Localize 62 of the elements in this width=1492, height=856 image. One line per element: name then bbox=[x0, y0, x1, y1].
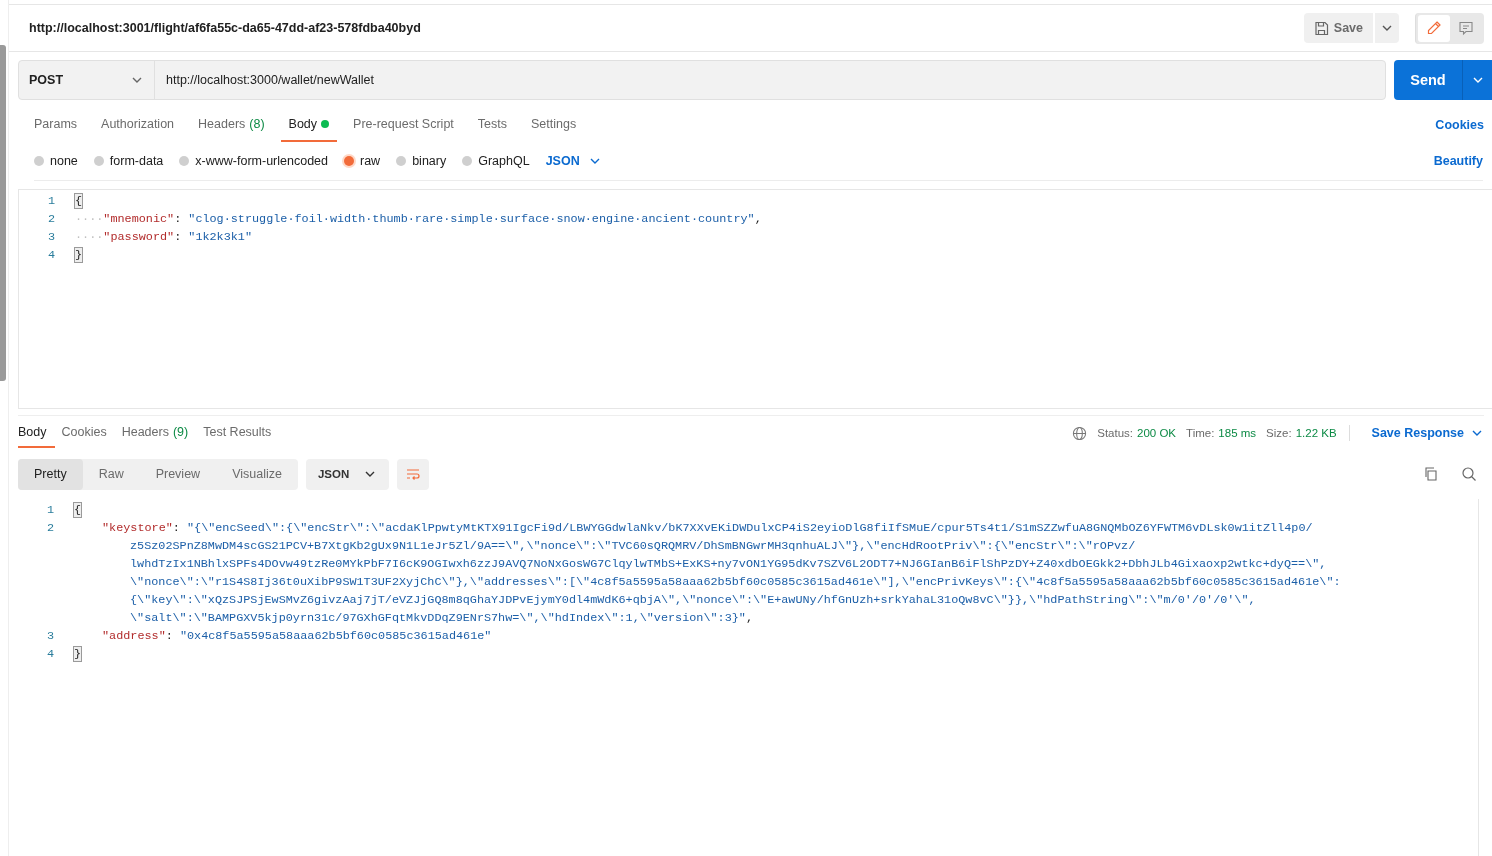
code-line: lwhdTzIx1NBhlxSPFs4DOvw49tzRe0MYkPbF7I6cK9OGIwxh6zzJ9AVQ7NoNxGosWG7ClqylwTMbS+ExKS+ny7vON1YG95dKv7SZV6L2ODT7+NJ6GIanB6iFlShPzDY+Z40xdbOEGkk2+DbhJLb4Gixaoxp2wtkc+dyQ==\", bbox=[129, 557, 1327, 571]
line-number: 1 bbox=[45, 503, 54, 517]
status-value: 1.22 KB bbox=[1295, 427, 1337, 439]
line-number: 2 bbox=[45, 521, 54, 535]
globe-icon bbox=[1072, 425, 1088, 441]
status-label: Status: bbox=[1097, 427, 1134, 439]
response-tab[interactable]: Body bbox=[18, 418, 55, 448]
code-line: ····"mnemonic": "clog·struggle·foil·width·thumb·rare·simple·surface·snow·engine·ancient·country", bbox=[75, 212, 762, 226]
copy-icon bbox=[1423, 466, 1439, 482]
line-number: 2 bbox=[46, 212, 55, 226]
floppy-icon bbox=[1313, 20, 1329, 36]
view-mode-tab[interactable]: Preview bbox=[139, 458, 217, 490]
request-tab[interactable]: Body bbox=[280, 108, 338, 142]
code-line: \"nonce\":\"r1S4S8Ij36t0uXibP9SW1T3UF2XyjChC\"},\"addresses\":[\"4c8f5a5595a58aaa62b5bf60c0585c3615ad461e\"],\"encPrivKeys\":{\"4c8f5a5595a58aaa62b5bf60c0585c3615ad461e\": bbox=[129, 575, 1341, 589]
status-value: 185 ms bbox=[1218, 427, 1257, 439]
view-mode-tab[interactable]: Pretty bbox=[18, 458, 83, 490]
format-dropdown[interactable]: JSON bbox=[305, 458, 390, 490]
body-type-radio[interactable]: binary bbox=[396, 154, 447, 168]
request-tab[interactable]: Settings bbox=[523, 108, 585, 142]
body-type-radio[interactable]: raw bbox=[344, 154, 381, 168]
response-tab[interactable]: Cookies bbox=[61, 418, 115, 448]
status-value: 200 OK bbox=[1137, 427, 1177, 439]
response-tab[interactable]: Test Results bbox=[203, 418, 280, 448]
line-number: 4 bbox=[46, 248, 55, 262]
status-label: Time: bbox=[1186, 427, 1215, 439]
request-tab[interactable]: Pre-request Script bbox=[345, 108, 462, 142]
edit-button[interactable] bbox=[1418, 14, 1450, 42]
code-line: {\"key\":\"xQzSJPSjEwSMvZ6givzAaj7jT/eVZJjGQ8m8qGhaYJDPvEjymY0dl4mWdK6+qbjA\",\"nonce\":\"E+awUNy/hfGnUzh+srkYahaL31oQw8vC\"}},\"hdPathString\":\"m/0'/0'/0'\", bbox=[129, 593, 1256, 607]
wrap-lines-button[interactable] bbox=[397, 458, 430, 490]
request-title: http://localhost:3001/flight/af6fa55c-da65-47dd-af23-578fdba40byd bbox=[29, 21, 422, 35]
view-mode-tab[interactable]: Raw bbox=[82, 458, 140, 490]
beautify-link[interactable]: Beautify bbox=[1433, 154, 1483, 168]
request-tab[interactable]: Authorization bbox=[93, 108, 183, 142]
comment-icon bbox=[1458, 20, 1474, 36]
search-icon bbox=[1461, 466, 1477, 482]
save-options-button[interactable] bbox=[1375, 13, 1399, 43]
wrap-lines-icon bbox=[405, 466, 422, 482]
pencil-icon bbox=[1426, 20, 1442, 36]
line-number: 3 bbox=[46, 230, 55, 244]
body-type-radio[interactable]: GraphQL bbox=[462, 154, 530, 168]
body-type-radio[interactable]: form-data bbox=[93, 154, 164, 168]
request-tab[interactable]: Params bbox=[26, 108, 86, 142]
line-number: 4 bbox=[45, 647, 54, 661]
save-button[interactable]: Save bbox=[1303, 13, 1373, 43]
request-tab[interactable]: Headers (8) bbox=[190, 108, 273, 142]
body-type-radio[interactable]: x-www-form-urlencoded bbox=[179, 154, 328, 168]
view-mode-tab[interactable]: Visualize bbox=[216, 458, 298, 490]
line-number: 1 bbox=[46, 194, 55, 208]
body-type-radio[interactable]: none bbox=[34, 154, 78, 168]
cookies-link[interactable]: Cookies bbox=[1435, 108, 1484, 142]
status-label: Size: bbox=[1266, 427, 1292, 439]
code-line: "keystore": "{\"encSeed\":{\"encStr\":\"acdaKlPpwtyMtKTX91IgcFi9d/LBWYGGdwlaNkv/bK7XXvEKiDWDulxCP4iS2eyioDlG8fiIfSMuE/cpur5Ts4t1/S1mSZZwfuA8GNQMbOZ6YFWTM6vDLsk0w1itZll4p0/ bbox=[101, 521, 1313, 535]
code-line: ····"password": "1k2k3k1" bbox=[75, 230, 252, 244]
response-tab[interactable]: Headers (9) bbox=[121, 418, 197, 448]
request-tab[interactable]: Tests bbox=[469, 108, 515, 142]
code-line: "address": "0x4c8f5a5595a58aaa62b5bf60c0585c3615ad461e" bbox=[101, 629, 492, 643]
save-response-button[interactable]: Save Response bbox=[1371, 418, 1484, 448]
code-line: z5Sz02SPnZ8MwDM4scGS21PCV+B7XtgKb2gUx9N1L1eJr5Zl/9A==\",\"nonce\":\"TVC60sQRQMRV/DhSmBNGwrMH3qnhuALJ\"},\"encHdRootPriv\":{\"encStr\":\"rOPvz/ bbox=[129, 539, 1136, 553]
code-line: \"salt\":\"BAMPGXV5kjp0yrn31c/97GXhGFqtMkvDDqZ9ENrS7hw=\",\"hdIndex\":1,\"version\":3}", bbox=[129, 611, 753, 625]
format-dropdown[interactable]: JSON bbox=[545, 154, 602, 168]
scrollbar-thumb[interactable] bbox=[0, 45, 6, 381]
line-number: 3 bbox=[45, 629, 54, 643]
